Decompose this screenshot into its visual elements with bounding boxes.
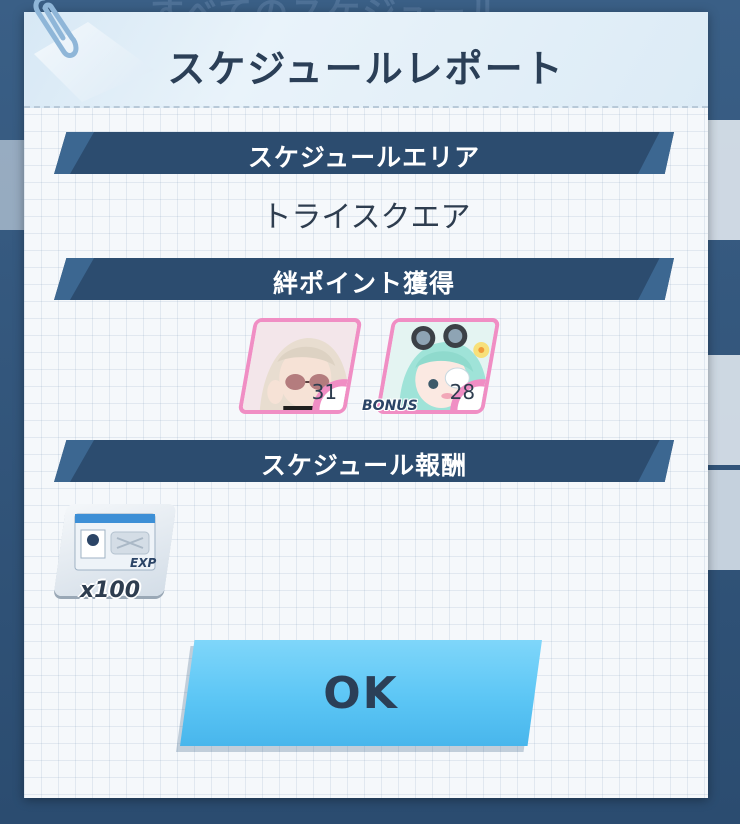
schedule-area-header: スケジュールエリア (54, 132, 674, 174)
bond-heart-badge: 28 (436, 372, 501, 414)
ok-button[interactable]: OK (180, 640, 542, 746)
schedule-area-label: スケジュールエリア (247, 143, 481, 172)
bond-points-value: 28 (449, 380, 476, 404)
bond-character-card[interactable]: 31 (237, 318, 363, 414)
bond-points-header: 絆ポイント獲得 (54, 258, 674, 300)
schedule-reward-header: スケジュール報酬 (54, 440, 674, 482)
reward-exp-tag: EXP (130, 556, 157, 570)
bond-heart-badge: 31 (298, 372, 363, 414)
bond-points-value: 31 (311, 380, 338, 404)
schedule-reward-label: スケジュール報酬 (260, 451, 468, 480)
bonus-tag: BONUS (362, 398, 418, 414)
paperclip-icon (33, 0, 79, 58)
dialog-header: スケジュールレポート (24, 12, 708, 108)
ok-button-label: OK (323, 668, 399, 719)
schedule-area-value: トライスクエア (261, 200, 471, 235)
bond-points-label: 絆ポイント獲得 (272, 269, 455, 298)
schedule-report-dialog: スケジュールレポート スケジュールエリア トライスクエア 絆ポイント獲得 31 (24, 12, 708, 798)
reward-quantity: x100 (79, 578, 141, 603)
dialog-title: スケジュールレポート (167, 47, 565, 91)
